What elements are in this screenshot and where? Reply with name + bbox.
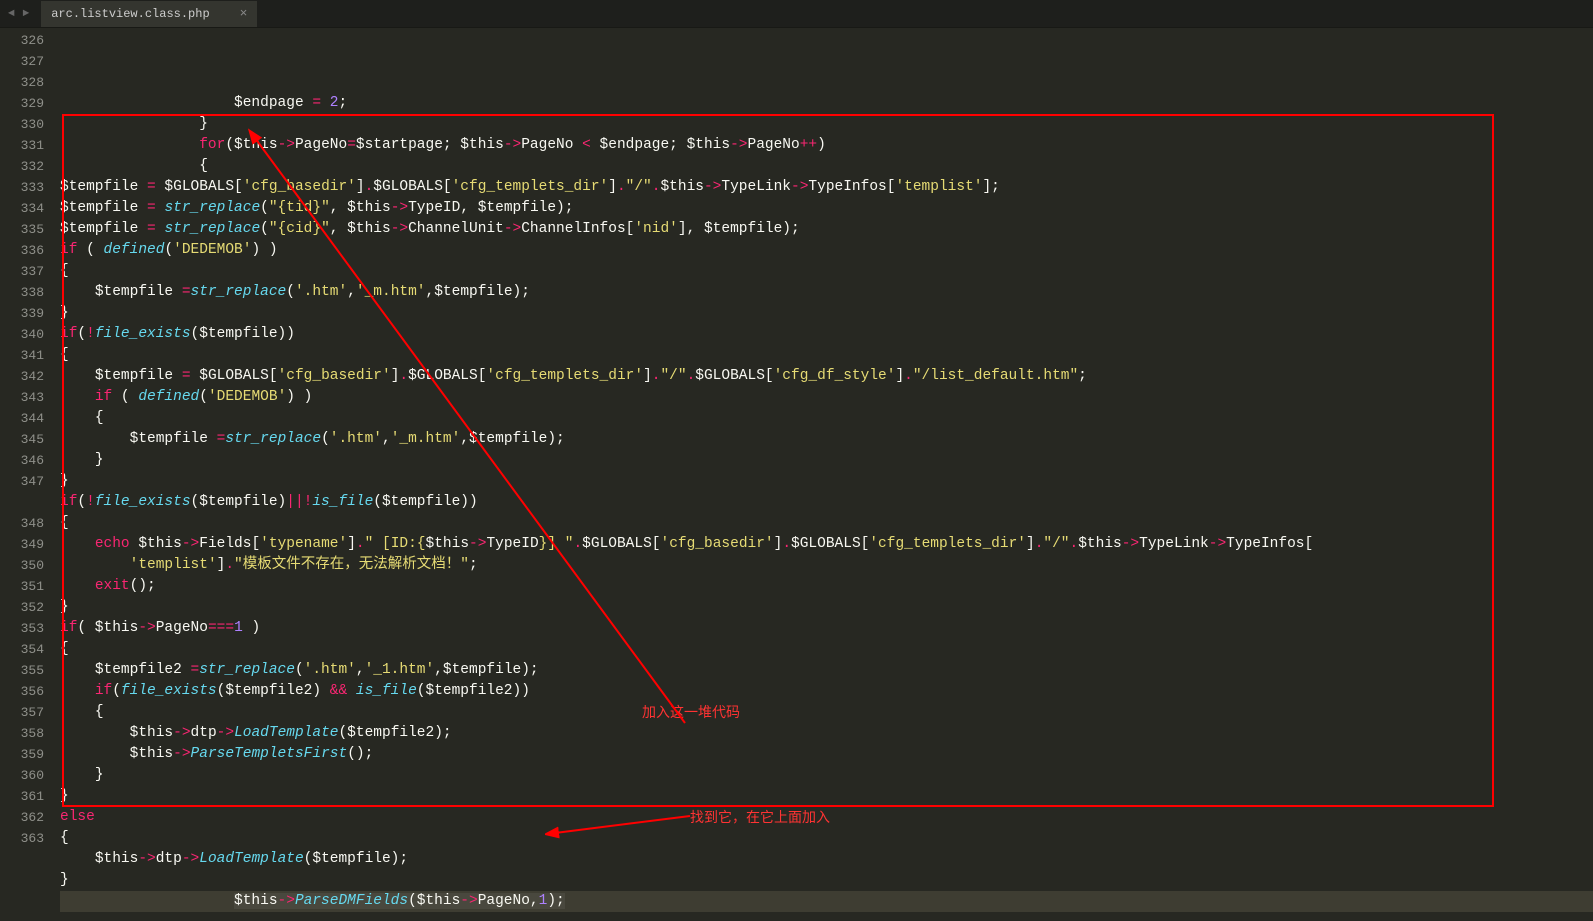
line-number: 361 [0, 786, 44, 807]
line-number: 338 [0, 282, 44, 303]
code-line: if(!file_exists($tempfile)) [60, 324, 1593, 345]
line-number: 363 [0, 828, 44, 849]
line-number: 350 [0, 555, 44, 576]
line-number: 330 [0, 114, 44, 135]
line-number: 357 [0, 702, 44, 723]
code-line: } [60, 765, 1593, 786]
nav-forward-icon[interactable]: ► [21, 6, 32, 22]
editor: 3263273283293303313323333343353363373383… [0, 28, 1593, 921]
code-line: { [60, 828, 1593, 849]
code-line: $this->dtp->LoadTemplate($tempfile2); [60, 723, 1593, 744]
code-area[interactable]: $endpage = 2; } for($this->PageNo=$start… [60, 28, 1593, 921]
code-line: $tempfile =str_replace('.htm','_m.htm',$… [60, 282, 1593, 303]
line-number: 356 [0, 681, 44, 702]
line-number: 327 [0, 51, 44, 72]
line-number: 355 [0, 660, 44, 681]
line-number: 331 [0, 135, 44, 156]
line-number: 336 [0, 240, 44, 261]
code-line: if ( defined('DEDEMOB') ) [60, 240, 1593, 261]
line-number: 346 [0, 450, 44, 471]
code-line: else [60, 807, 1593, 828]
code-line: $tempfile =str_replace('.htm','_m.htm',$… [60, 429, 1593, 450]
code-line: echo $this->Fields['typename']." [ID:{$t… [60, 534, 1593, 555]
line-number: 345 [0, 429, 44, 450]
line-number [0, 492, 44, 513]
line-number: 339 [0, 303, 44, 324]
line-number: 334 [0, 198, 44, 219]
nav-arrows: ◄ ► [0, 6, 37, 22]
code-line: { [60, 639, 1593, 660]
line-number: 335 [0, 219, 44, 240]
tab-bar: ◄ ► arc.listview.class.php × [0, 0, 1593, 28]
code-line: { [60, 261, 1593, 282]
file-tab[interactable]: arc.listview.class.php × [41, 1, 257, 27]
code-line: { [60, 408, 1593, 429]
line-number: 326 [0, 30, 44, 51]
code-line: $this->ParseDMFields($this->PageNo,1); [60, 891, 1593, 912]
code-line: exit(); [60, 576, 1593, 597]
code-line: $this->dtp->LoadTemplate($tempfile); [60, 849, 1593, 870]
line-number: 341 [0, 345, 44, 366]
code-line: $tempfile = $GLOBALS['cfg_basedir'].$GLO… [60, 177, 1593, 198]
code-line: { [60, 513, 1593, 534]
code-line: if(!file_exists($tempfile)||!is_file($te… [60, 492, 1593, 513]
code-line: 'templist']."模板文件不存在，无法解析文档！"; [60, 555, 1593, 576]
line-number: 340 [0, 324, 44, 345]
code-line: } [60, 786, 1593, 807]
code-line: } [60, 597, 1593, 618]
line-number: 354 [0, 639, 44, 660]
line-number: 329 [0, 93, 44, 114]
code-line: } [60, 114, 1593, 135]
line-number: 348 [0, 513, 44, 534]
line-number: 351 [0, 576, 44, 597]
line-number: 358 [0, 723, 44, 744]
code-line: $tempfile2 =str_replace('.htm','_1.htm',… [60, 660, 1593, 681]
line-number: 352 [0, 597, 44, 618]
code-line: if( $this->PageNo===1 ) [60, 618, 1593, 639]
line-number: 349 [0, 534, 44, 555]
line-number: 359 [0, 744, 44, 765]
line-number: 344 [0, 408, 44, 429]
code-line: { [60, 345, 1593, 366]
code-line: $tempfile = str_replace("{cid}", $this->… [60, 219, 1593, 240]
code-line: if ( defined('DEDEMOB') ) [60, 387, 1593, 408]
code-line: if(file_exists($tempfile2) && is_file($t… [60, 681, 1593, 702]
code-line: $this->ParseTempletsFirst(); [60, 744, 1593, 765]
code-line: for($this->PageNo=$startpage; $this->Pag… [60, 135, 1593, 156]
line-number: 360 [0, 765, 44, 786]
code-line: } [60, 471, 1593, 492]
code-line: $endpage = 2; [60, 93, 1593, 114]
code-line: } [60, 870, 1593, 891]
nav-back-icon[interactable]: ◄ [6, 6, 17, 22]
code-line: { [60, 702, 1593, 723]
code-line: $tempfile = $GLOBALS['cfg_basedir'].$GLO… [60, 366, 1593, 387]
line-number: 337 [0, 261, 44, 282]
line-number-gutter: 3263273283293303313323333343353363373383… [0, 28, 60, 921]
line-number: 343 [0, 387, 44, 408]
tab-filename: arc.listview.class.php [51, 7, 209, 21]
line-number: 353 [0, 618, 44, 639]
close-icon[interactable]: × [240, 7, 248, 20]
line-number: 328 [0, 72, 44, 93]
code-line: { [60, 156, 1593, 177]
code-line: $tempfile = str_replace("{tid}", $this->… [60, 198, 1593, 219]
line-number: 362 [0, 807, 44, 828]
line-number: 347 [0, 471, 44, 492]
line-number: 333 [0, 177, 44, 198]
line-number: 332 [0, 156, 44, 177]
line-number: 342 [0, 366, 44, 387]
code-line: } [60, 450, 1593, 471]
code-line: } [60, 303, 1593, 324]
